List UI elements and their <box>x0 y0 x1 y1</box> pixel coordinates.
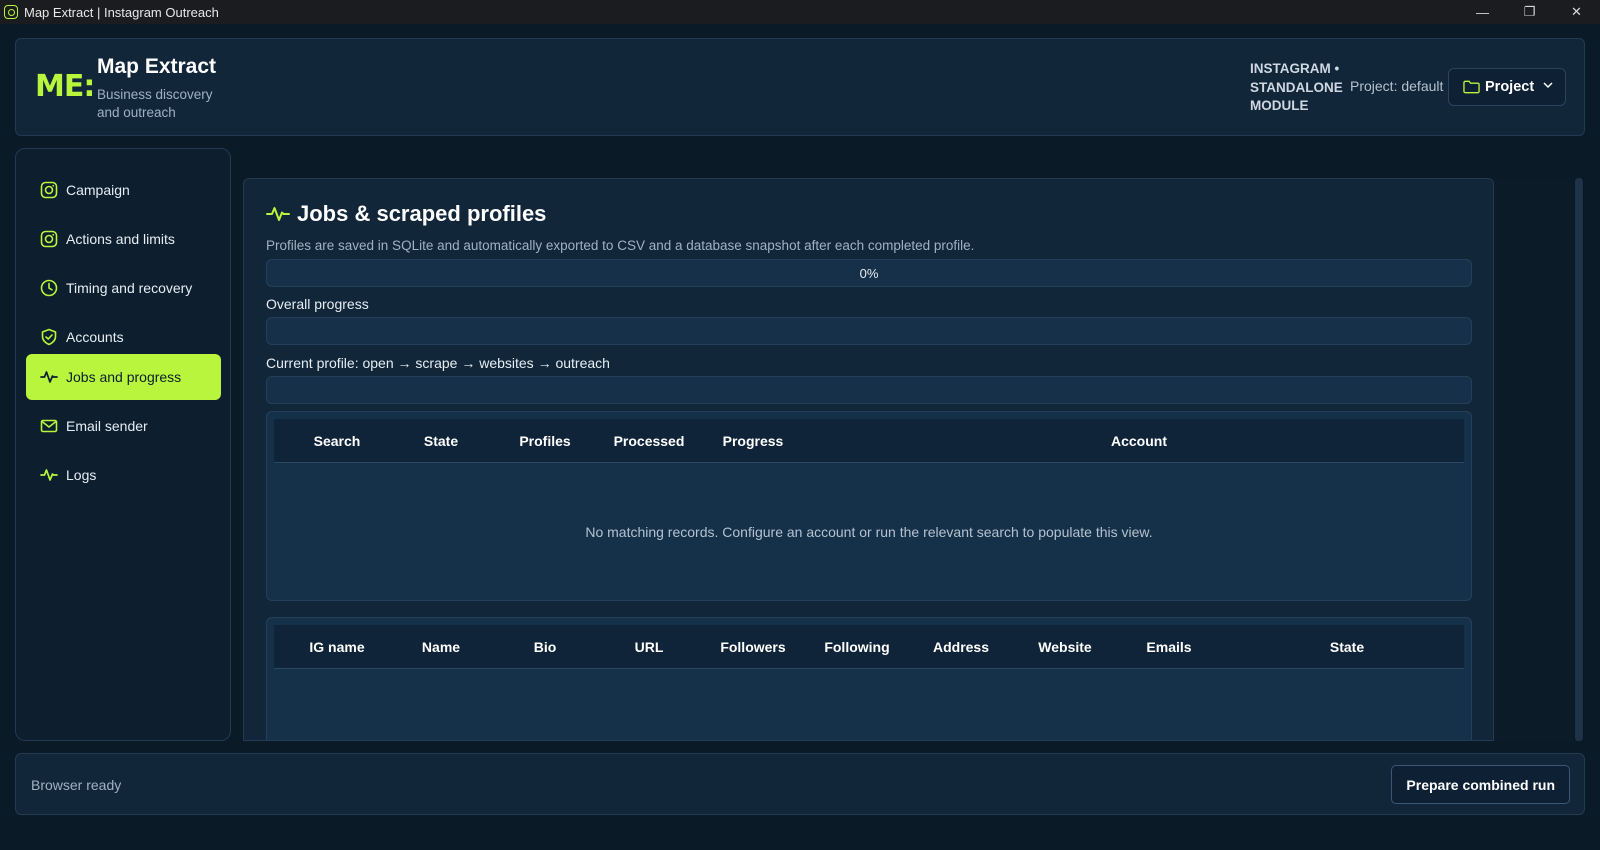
overall-progress-label: Overall progress <box>266 296 369 312</box>
status-bar: Browser ready Prepare combined run <box>15 753 1585 815</box>
sidebar-item-label: Email sender <box>66 418 148 434</box>
title-bar: Map Extract | Instagram Outreach — ❐ ✕ <box>0 0 1600 24</box>
column-header-progress[interactable]: Progress <box>708 433 798 449</box>
project-button[interactable]: Project <box>1448 68 1566 106</box>
column-header-account[interactable]: Account <box>812 433 1466 449</box>
sidebar-item-actions-and-limits[interactable]: Actions and limits <box>26 216 221 262</box>
sidebar-item-campaign[interactable]: Campaign <box>26 167 221 213</box>
jobs-table-header: Search State Profiles Processed Progress… <box>274 419 1464 463</box>
sidebar-item-logs[interactable]: Logs <box>26 452 221 498</box>
clock-icon <box>40 279 58 297</box>
project-label: Project: default <box>1350 78 1444 94</box>
column-header-bio[interactable]: Bio <box>500 639 590 655</box>
activity-icon <box>266 207 290 221</box>
status-text: Browser ready <box>31 777 122 793</box>
current-profile-label: Current profile: open → scrape → website… <box>266 355 610 371</box>
instagram-icon <box>40 230 58 248</box>
folder-icon <box>1463 80 1480 94</box>
sidebar: Campaign Actions and limits Timing and r… <box>15 148 231 741</box>
empty-state-message: No matching records. Configure an accoun… <box>585 524 1153 540</box>
progress-percent: 0% <box>859 266 879 281</box>
profiles-table-header: IG name Name Bio URL Followers Following… <box>274 625 1464 669</box>
sidebar-item-label: Accounts <box>66 329 124 345</box>
app-title: Map Extract <box>97 55 217 78</box>
shield-check-icon <box>41 328 57 346</box>
column-header-profiles[interactable]: Profiles <box>500 433 590 449</box>
logo: ME: <box>35 69 95 104</box>
current-profile-progress-bar <box>266 376 1472 404</box>
sidebar-item-label: Jobs and progress <box>66 369 182 385</box>
column-header-ig-name[interactable]: IG name <box>292 639 382 655</box>
progress-bar: 0% <box>266 259 1472 287</box>
sidebar-item-label: Logs <box>66 467 97 483</box>
section-description: Profiles are saved in SQLite and automat… <box>266 238 975 253</box>
module-label: INSTAGRAM • STANDALONE MODULE <box>1250 61 1343 113</box>
app-subtitle: Business discovery and outreach <box>97 87 213 120</box>
activity-icon <box>40 371 58 383</box>
column-header-address[interactable]: Address <box>916 639 1006 655</box>
project-button-label: Project <box>1485 79 1535 95</box>
window-title: Map Extract | Instagram Outreach <box>24 4 219 20</box>
overall-progress-bar <box>266 317 1472 345</box>
scrollbar-thumb[interactable] <box>1575 178 1583 741</box>
instagram-icon <box>4 5 18 19</box>
instagram-icon <box>40 181 58 199</box>
prepare-combined-run-button[interactable]: Prepare combined run <box>1391 765 1570 804</box>
sidebar-item-label: Actions and limits <box>66 231 175 247</box>
profiles-table: IG name Name Bio URL Followers Following… <box>266 617 1472 740</box>
minimize-button[interactable]: — <box>1459 0 1506 24</box>
column-header-following[interactable]: Following <box>812 639 902 655</box>
sidebar-item-timing-and-recovery[interactable]: Timing and recovery <box>26 265 221 311</box>
window-controls: — ❐ ✕ <box>1459 0 1600 24</box>
column-header-followers[interactable]: Followers <box>708 639 798 655</box>
jobs-panel: Jobs & scraped profiles Profiles are sav… <box>243 178 1494 741</box>
sidebar-item-email-sender[interactable]: Email sender <box>26 403 221 449</box>
column-header-state[interactable]: State <box>396 433 486 449</box>
column-header-emails[interactable]: Emails <box>1124 639 1214 655</box>
mail-icon <box>40 419 58 433</box>
column-header-processed[interactable]: Processed <box>604 433 694 449</box>
sidebar-item-label: Timing and recovery <box>66 280 193 296</box>
jobs-table: Search State Profiles Processed Progress… <box>266 411 1472 601</box>
panel-gutter <box>1494 178 1574 741</box>
sidebar-item-label: Campaign <box>66 182 130 198</box>
sidebar-item-jobs-and-progress[interactable]: Jobs and progress <box>26 354 221 400</box>
page-title: Jobs & scraped profiles <box>297 201 547 226</box>
app-header: ME: Map Extract Business discovery and o… <box>15 38 1585 136</box>
column-header-url[interactable]: URL <box>604 639 694 655</box>
column-header-name[interactable]: Name <box>396 639 486 655</box>
activity-icon <box>40 469 58 481</box>
close-button[interactable]: ✕ <box>1553 0 1600 24</box>
column-header-search[interactable]: Search <box>292 433 382 449</box>
column-header-website[interactable]: Website <box>1020 639 1110 655</box>
section-heading: Jobs & scraped profiles <box>266 201 546 227</box>
chevron-down-icon <box>1543 82 1553 89</box>
restore-button[interactable]: ❐ <box>1506 0 1553 24</box>
column-header-state[interactable]: State <box>1228 639 1466 655</box>
